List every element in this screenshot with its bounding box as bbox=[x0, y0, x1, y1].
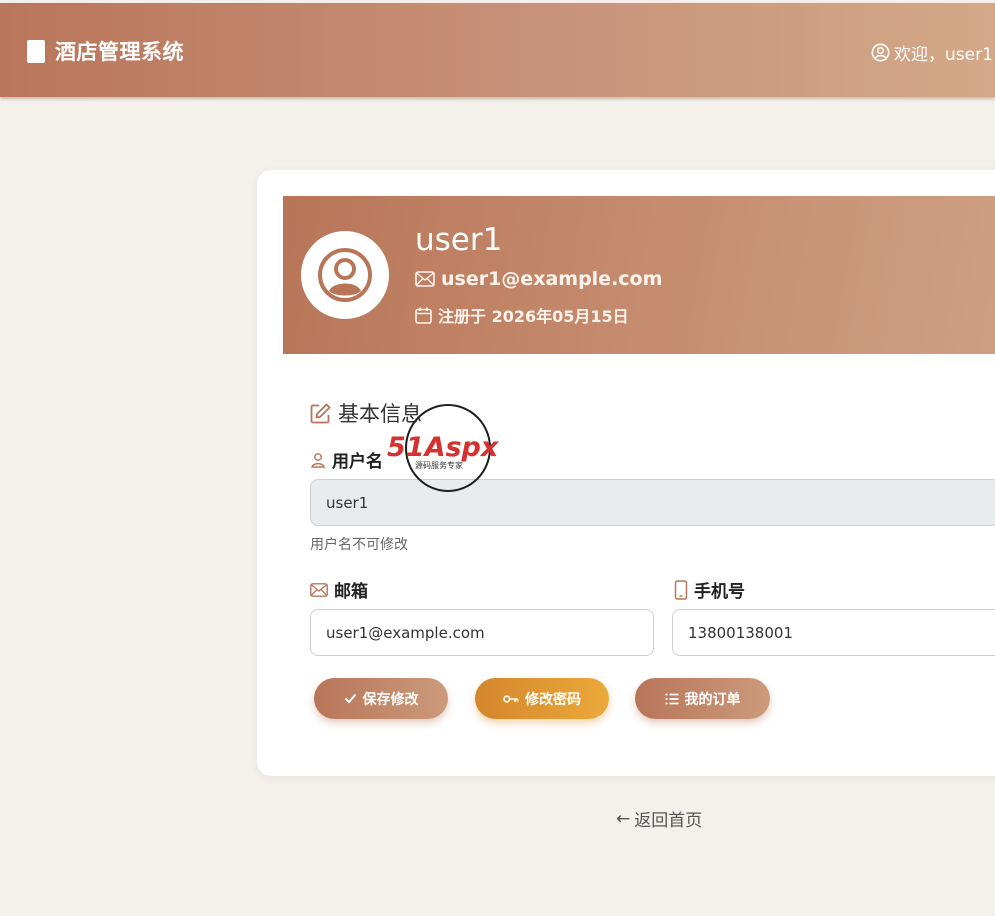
calendar-icon bbox=[415, 307, 432, 324]
arrow-left-icon: ← bbox=[616, 808, 631, 829]
watermark-logo: 51Aspx 源码服务专家 bbox=[387, 404, 500, 492]
profile-header: user1 user1@example.com 注册于 2026年05月15日 bbox=[283, 196, 995, 354]
phone-input[interactable] bbox=[672, 609, 995, 656]
username-label: 用户名 bbox=[310, 447, 383, 472]
phone-label: 手机号 bbox=[674, 577, 745, 602]
envelope-icon bbox=[310, 582, 328, 597]
user-menu[interactable]: 欢迎，user1 bbox=[871, 40, 993, 65]
watermark-tagline: 源码服务专家 bbox=[415, 460, 463, 470]
envelope-icon bbox=[415, 271, 435, 287]
avatar bbox=[301, 231, 389, 319]
profile-email-row: user1@example.com bbox=[415, 268, 662, 290]
welcome-text: 欢迎，user1 bbox=[894, 45, 993, 65]
user-circle-icon bbox=[871, 43, 890, 62]
change-password-label: 修改密码 bbox=[525, 691, 581, 708]
watermark-logo-text: 51Aspx bbox=[387, 432, 500, 463]
person-icon bbox=[311, 452, 325, 468]
back-home-text: 返回首页 bbox=[634, 811, 703, 831]
list-icon bbox=[665, 693, 678, 704]
change-password-button[interactable]: 修改密码 bbox=[475, 678, 609, 719]
edit-icon bbox=[310, 402, 331, 423]
book-icon bbox=[27, 39, 45, 63]
save-button-label: 保存修改 bbox=[362, 691, 419, 708]
profile-email: user1@example.com bbox=[441, 268, 663, 290]
save-button[interactable]: 保存修改 bbox=[314, 678, 448, 719]
my-orders-label: 我的订单 bbox=[684, 691, 741, 708]
email-label-text: 邮箱 bbox=[334, 582, 368, 602]
top-navbar: 酒店管理系统 欢迎，user1 bbox=[0, 3, 995, 97]
brand[interactable]: 酒店管理系统 bbox=[27, 36, 184, 66]
mobile-phone-icon bbox=[674, 579, 688, 600]
profile-username: user1 bbox=[415, 222, 503, 258]
email-input[interactable] bbox=[310, 609, 654, 656]
key-icon bbox=[503, 694, 519, 703]
email-label: 邮箱 bbox=[310, 577, 368, 602]
username-label-text: 用户名 bbox=[332, 452, 383, 472]
user-avatar-icon bbox=[318, 248, 372, 302]
username-hint: 用户名不可修改 bbox=[310, 537, 408, 553]
profile-registered-row: 注册于 2026年05月15日 bbox=[415, 303, 629, 327]
phone-label-text: 手机号 bbox=[694, 582, 745, 602]
brand-title: 酒店管理系统 bbox=[55, 40, 184, 64]
profile-registered: 注册于 2026年05月15日 bbox=[438, 307, 629, 326]
check-icon bbox=[344, 693, 356, 704]
my-orders-button[interactable]: 我的订单 bbox=[635, 678, 770, 719]
back-home-link[interactable]: ← 返回首页 bbox=[616, 806, 703, 832]
